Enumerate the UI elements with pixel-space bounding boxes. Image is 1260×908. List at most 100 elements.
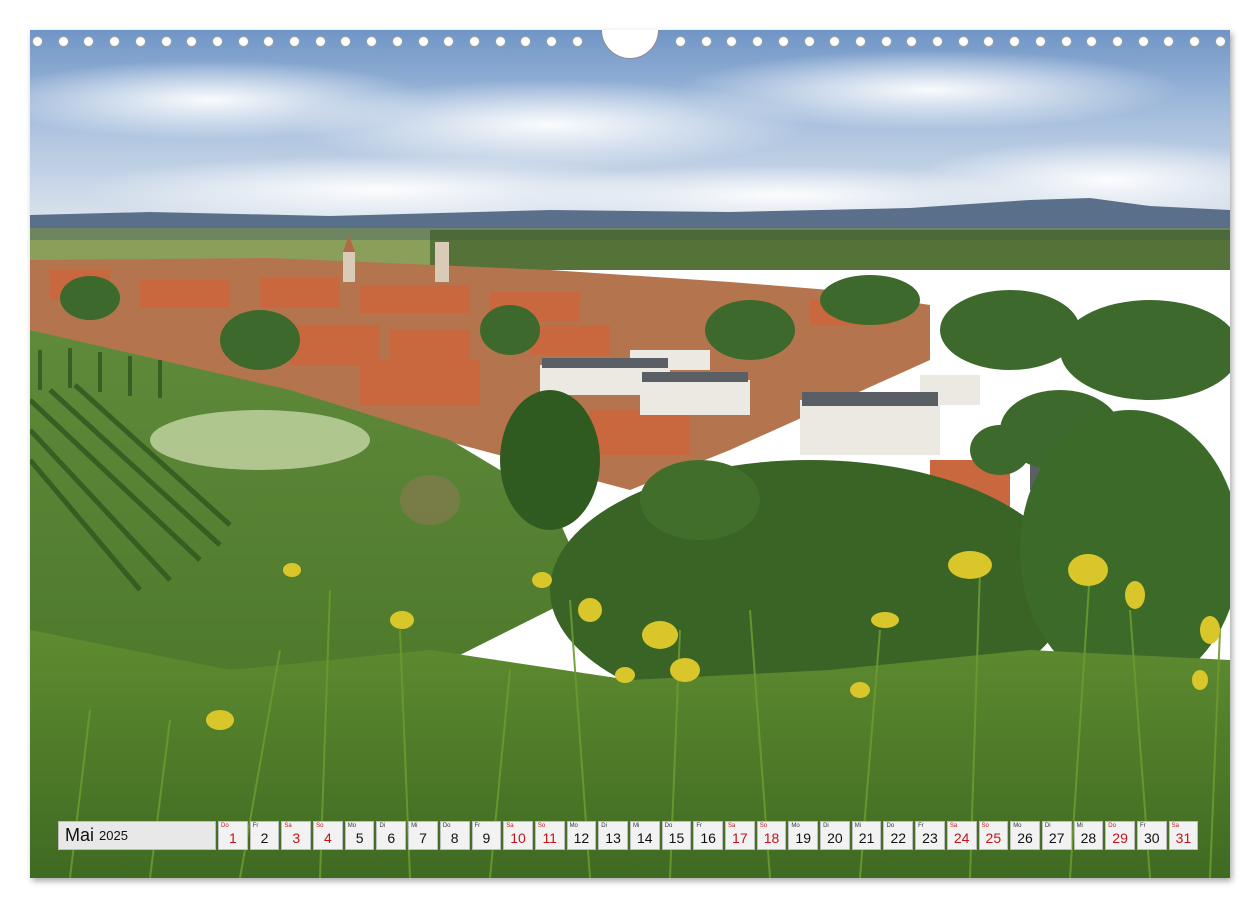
day-of-week: Fr — [252, 823, 259, 829]
month-label-box: Mai 2025 — [58, 821, 216, 850]
day-number: 12 — [573, 830, 590, 846]
day-cell: Mi 28 — [1073, 821, 1104, 850]
day-of-week: Fr — [696, 823, 702, 829]
day-cell: Mi 21 — [851, 821, 882, 850]
day-cell: Di 20 — [820, 821, 850, 850]
month-calendar-strip: Mai 2025 Do 1 Fr 2 Sa 3 So 4 Mo 5 Di 6 Mi 7 Do 8 Fr 9 Sa 10… — [58, 821, 1199, 850]
binding-ring — [57, 36, 69, 47]
binding-ring — [546, 36, 557, 47]
day-cell: Do 1 — [218, 821, 248, 850]
day-number: 30 — [1143, 830, 1160, 846]
day-number: 9 — [482, 830, 491, 846]
day-number: 19 — [795, 830, 811, 846]
day-cell: So 25 — [978, 821, 1009, 850]
binding-ring — [854, 36, 866, 47]
day-number: 23 — [922, 830, 938, 846]
binding-ring — [83, 36, 95, 47]
day-number: 25 — [985, 830, 1002, 846]
binding-ring — [1189, 36, 1200, 47]
day-of-week: Mi — [1076, 823, 1083, 829]
day-number: 5 — [355, 830, 364, 846]
binding-ring — [289, 36, 300, 47]
day-number: 3 — [292, 830, 301, 846]
day-number: 28 — [1080, 830, 1097, 846]
binding-ring — [443, 36, 455, 47]
binding-ring — [932, 36, 943, 47]
day-cell: Mo 5 — [344, 821, 375, 850]
day-of-week: Mo — [569, 823, 578, 829]
binding-ring — [726, 36, 738, 47]
binding-ring — [803, 36, 815, 47]
binding-ring — [1137, 36, 1149, 47]
day-cell: Di 13 — [598, 821, 628, 850]
day-of-week: So — [759, 823, 768, 829]
day-of-week: Do — [664, 823, 673, 829]
day-of-week: Mi — [411, 823, 418, 829]
binding-ring — [211, 36, 223, 47]
binding-ring — [1214, 36, 1226, 47]
binding-ring — [263, 36, 275, 47]
day-number: 2 — [260, 830, 269, 846]
day-cell: Sa 3 — [281, 821, 312, 850]
month-name: Mai — [65, 825, 95, 845]
day-cell: Fr 30 — [1136, 821, 1167, 850]
day-of-week: Fr — [918, 823, 924, 829]
binding-ring — [1163, 36, 1175, 47]
binding-ring — [983, 36, 995, 47]
binding-ring — [1034, 36, 1046, 47]
day-number: 15 — [668, 830, 685, 846]
binding-ring — [880, 36, 892, 47]
day-of-week: Sa — [506, 823, 514, 829]
day-number: 18 — [763, 830, 780, 846]
binding-ring — [777, 36, 789, 47]
binding-ring — [829, 36, 841, 47]
day-number: 7 — [419, 830, 427, 846]
day-number: 22 — [890, 830, 907, 846]
binding-ring — [314, 36, 326, 47]
day-cell: Mo 12 — [566, 821, 597, 850]
day-of-week: Fr — [1139, 823, 1146, 829]
binding-ring — [957, 36, 969, 47]
day-number: 31 — [1175, 830, 1192, 846]
day-cell: Mo 19 — [788, 821, 819, 850]
day-cell: Do 15 — [661, 821, 692, 850]
day-cell: Mi 7 — [408, 821, 438, 850]
binding-ring — [32, 36, 43, 47]
day-number: 1 — [228, 830, 237, 846]
day-number: 8 — [450, 830, 459, 846]
day-number: 21 — [858, 830, 875, 846]
day-of-week: Sa — [1171, 823, 1179, 829]
day-cell: Mo 26 — [1010, 821, 1040, 850]
day-of-week: So — [537, 823, 546, 829]
day-number: 27 — [1048, 830, 1065, 846]
day-number: 13 — [605, 830, 621, 846]
day-of-week: Mo — [791, 823, 800, 829]
day-of-week: Di — [379, 823, 386, 829]
day-cell: Sa 10 — [503, 821, 533, 850]
day-cell: Do 29 — [1105, 821, 1135, 850]
day-of-week: Do — [886, 823, 895, 829]
day-number: 14 — [636, 830, 653, 846]
day-cell: Di 6 — [376, 821, 407, 850]
binding-ring — [109, 36, 121, 47]
day-cell: Di 27 — [1041, 821, 1072, 850]
binding-ring — [391, 36, 403, 47]
day-number: 10 — [510, 830, 526, 846]
day-number: 20 — [827, 830, 843, 846]
binding-ring — [700, 36, 712, 47]
binding-ring — [340, 36, 352, 47]
day-cell: Sa 24 — [946, 821, 977, 850]
day-of-week: Mi — [632, 823, 640, 829]
binding-ring — [468, 36, 480, 47]
binding-ring — [134, 36, 146, 47]
day-of-week: Di — [601, 823, 607, 829]
day-of-week: Mo — [347, 823, 357, 829]
binding-ring — [237, 36, 249, 47]
day-of-week: Sa — [949, 823, 958, 829]
binding-ring — [1009, 36, 1021, 47]
day-of-week: Mo — [1013, 823, 1022, 829]
year: 2025 — [99, 828, 128, 843]
binding-ring — [520, 36, 532, 47]
day-cell: Fr 2 — [249, 821, 280, 850]
binding-ring — [1111, 36, 1123, 47]
